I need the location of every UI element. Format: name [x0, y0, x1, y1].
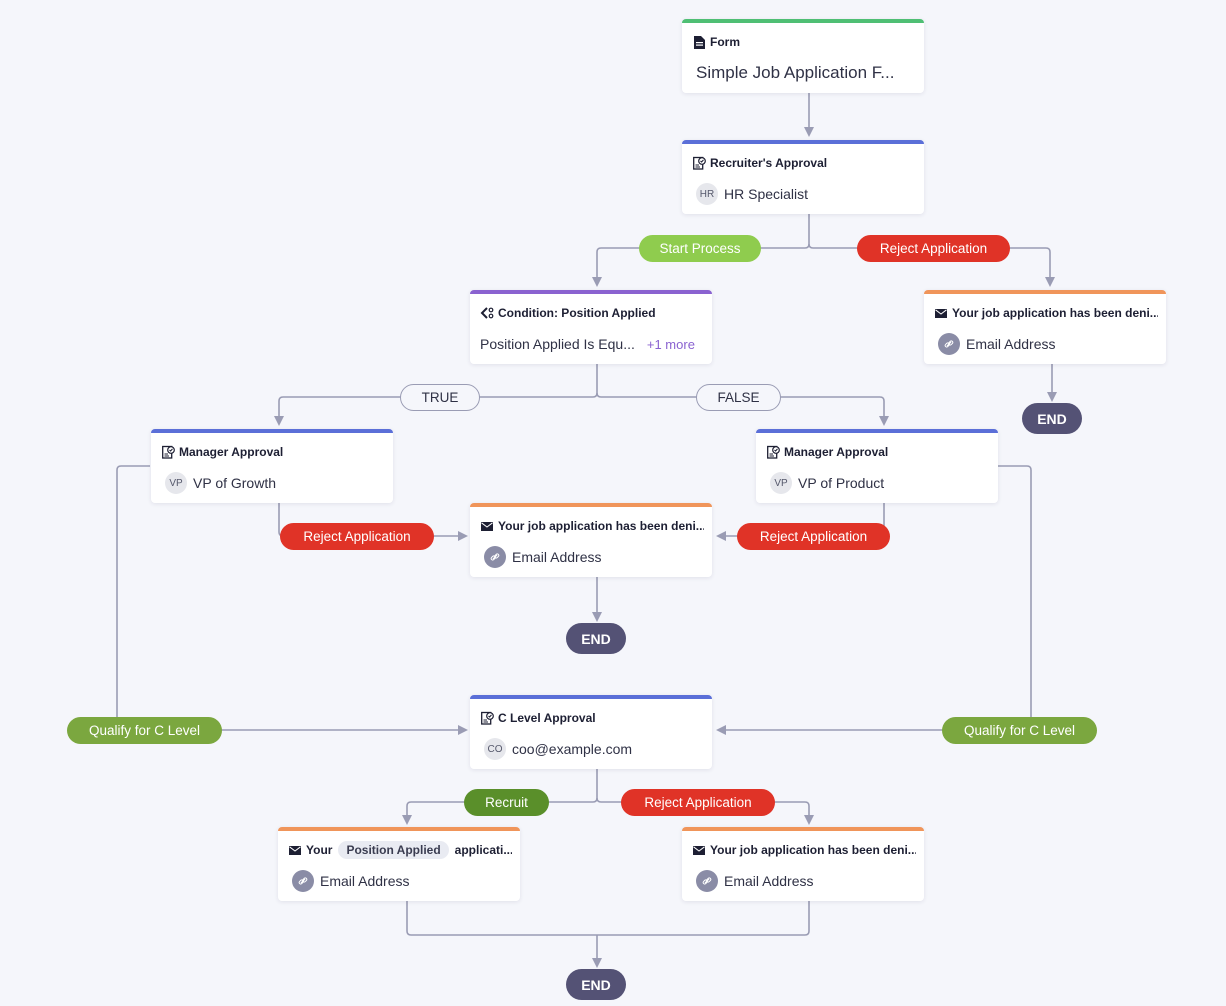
reject-application-label-right[interactable]: Reject Application — [737, 523, 890, 550]
envelope-icon — [480, 519, 494, 533]
qualify-c-level-label-right[interactable]: Qualify for C Level — [942, 717, 1097, 744]
email-recipient: Email Address — [512, 549, 602, 565]
recruit-label[interactable]: Recruit — [464, 789, 549, 816]
reject-application-label-bottom[interactable]: Reject Application — [621, 789, 775, 816]
reject-application-label-top[interactable]: Reject Application — [857, 235, 1010, 262]
envelope-icon — [288, 843, 302, 857]
form-node[interactable]: Form Simple Job Application F... — [682, 19, 924, 93]
approval-clipboard-icon — [161, 445, 175, 459]
assignee-avatar: HR — [696, 183, 718, 205]
false-branch-label[interactable]: FALSE — [696, 384, 781, 411]
email-denied-node-bottom[interactable]: Your job application has been deni... Em… — [682, 827, 924, 901]
email-denied-node-top[interactable]: Your job application has been deni... Em… — [924, 290, 1166, 364]
end-node-top[interactable]: END — [1022, 403, 1082, 434]
approval-clipboard-icon — [480, 711, 494, 725]
qualify-c-level-label-left[interactable]: Qualify for C Level — [67, 717, 222, 744]
assignee-name: coo@example.com — [512, 741, 633, 757]
link-icon — [938, 333, 960, 355]
condition-title: Condition: Position Applied — [498, 306, 656, 320]
email-recipient: Email Address — [320, 873, 410, 889]
form-document-icon — [692, 35, 706, 49]
email-subject-prefix: Your — [306, 843, 333, 857]
assignee-name: HR Specialist — [724, 186, 809, 202]
condition-node[interactable]: Condition: Position Applied Position App… — [470, 290, 712, 364]
link-icon — [696, 870, 718, 892]
more-conditions-link[interactable]: +1 more — [647, 337, 695, 352]
field-chip-position-applied: Position Applied — [338, 841, 449, 859]
form-node-header: Form — [692, 33, 916, 51]
reject-application-label-left[interactable]: Reject Application — [280, 523, 434, 550]
assignee-name: VP of Product — [798, 475, 885, 491]
start-process-label[interactable]: Start Process — [639, 235, 761, 262]
form-name: Simple Job Application F... — [696, 63, 895, 82]
true-branch-label[interactable]: TRUE — [400, 384, 480, 411]
approval-header: Recruiter's Approval — [692, 154, 916, 172]
email-subject: Your job application has been deni... — [710, 843, 916, 857]
link-icon — [484, 546, 506, 568]
condition-branch-icon — [480, 306, 494, 320]
envelope-icon — [934, 306, 948, 320]
email-subject: Your job application has been deni... — [952, 306, 1158, 320]
approval-title: C Level Approval — [498, 711, 596, 725]
email-position-node[interactable]: Your Position Applied applicati... Email… — [278, 827, 520, 901]
link-icon — [292, 870, 314, 892]
approval-clipboard-icon — [692, 156, 706, 170]
manager-approval-node-left[interactable]: Manager Approval VP VP of Growth — [151, 429, 393, 503]
form-type-label: Form — [710, 35, 740, 49]
email-recipient: Email Address — [966, 336, 1056, 352]
c-level-approval-node[interactable]: C Level Approval CO coo@example.com — [470, 695, 712, 769]
approval-title: Recruiter's Approval — [710, 156, 828, 170]
assignee-name: VP of Growth — [193, 475, 277, 491]
approval-clipboard-icon — [766, 445, 780, 459]
approval-title: Manager Approval — [784, 445, 889, 459]
email-recipient: Email Address — [724, 873, 814, 889]
email-denied-node-middle[interactable]: Your job application has been deni... Em… — [470, 503, 712, 577]
assignee-avatar: VP — [770, 472, 792, 494]
end-node-middle[interactable]: END — [566, 623, 626, 654]
email-subject: Your job application has been deni... — [498, 519, 704, 533]
assignee-avatar: CO — [484, 738, 506, 760]
approval-title: Manager Approval — [179, 445, 284, 459]
envelope-icon — [692, 843, 706, 857]
assignee-avatar: VP — [165, 472, 187, 494]
end-node-bottom[interactable]: END — [566, 969, 626, 1000]
email-subject-suffix: applicati... — [454, 843, 512, 857]
condition-rule: Position Applied Is Equ... — [480, 336, 635, 352]
manager-approval-node-right[interactable]: Manager Approval VP VP of Product — [756, 429, 998, 503]
recruiter-approval-node[interactable]: Recruiter's Approval HR HR Specialist — [682, 140, 924, 214]
